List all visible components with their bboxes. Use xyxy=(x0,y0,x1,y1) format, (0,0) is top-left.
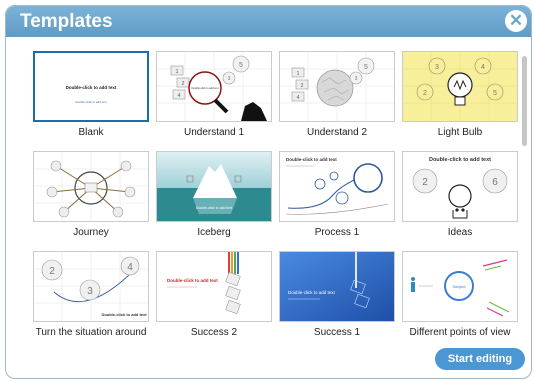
thumb-number: 3 xyxy=(228,76,231,82)
thumb-number: 6 xyxy=(492,177,498,188)
title-bar: Templates ✕ xyxy=(6,6,531,37)
template-label: Ideas xyxy=(447,227,473,238)
close-icon[interactable]: ✕ xyxy=(505,10,527,32)
thumb-number: 2 xyxy=(301,83,304,89)
thumb-number: 2 xyxy=(182,81,185,87)
thumb-number: 5 xyxy=(364,64,368,71)
template-thumbnail[interactable]: 2 4 3 Double-click to add text xyxy=(33,251,149,322)
thumb-subtext: Double-click to add text xyxy=(75,100,106,104)
template-thumbnail[interactable]: 5 3 1 2 4 Double-click to add text xyxy=(156,51,272,122)
template-thumbnail[interactable]: Double-click to add text xyxy=(279,251,395,322)
thumb-text: Double-click to add text xyxy=(167,278,218,283)
template-thumbnail[interactable]: 5 3 1 2 4 xyxy=(279,51,395,122)
thumb-number: 4 xyxy=(297,95,300,101)
thumb-number: 2 xyxy=(49,266,55,277)
thumb-text: Double-click to add text xyxy=(288,290,336,295)
thumb-text: Double-click to add text xyxy=(429,157,491,163)
thumb-number: 5 xyxy=(493,90,497,97)
thumb-text: Double-click to add text xyxy=(196,206,232,210)
thumb-text: Double-click to add text xyxy=(101,312,147,317)
template-thumbnail[interactable]: Double-click to add text xyxy=(279,151,395,222)
thumb-number: 3 xyxy=(435,64,439,71)
vertical-scrollbar[interactable] xyxy=(522,46,527,346)
template-thumbnail[interactable]: Double-click to add text xyxy=(156,151,272,222)
thumb-text: Double-click to add text xyxy=(192,86,219,90)
thumb-number: 5 xyxy=(239,62,243,69)
start-editing-button[interactable]: Start editing xyxy=(435,348,525,370)
template-label: Success 1 xyxy=(313,327,361,338)
template-thumbnail[interactable]: Double-click to add text 2 6 xyxy=(402,151,518,222)
thumb-number: 4 xyxy=(127,262,133,273)
template-label: Different points of view xyxy=(409,327,511,338)
template-label: Success 2 xyxy=(190,327,238,338)
thumb-number: 3 xyxy=(355,76,358,82)
thumb-text: Double-click to add text xyxy=(66,85,117,90)
template-thumbnail[interactable]: 3 4 2 5 xyxy=(402,51,518,122)
template-thumbnail[interactable]: Double-click to add text xyxy=(156,251,272,322)
scrollbar-thumb[interactable] xyxy=(522,56,527,146)
thumb-number: 1 xyxy=(297,71,300,77)
template-grid: Double-click to add text Double-click to… xyxy=(6,37,518,378)
thumb-number: 2 xyxy=(422,177,428,188)
thumb-number: 2 xyxy=(423,90,427,97)
thumb-number: 1 xyxy=(176,69,179,75)
template-label: Blank xyxy=(78,127,104,138)
template-label: Journey xyxy=(73,227,109,238)
thumb-text: Double-click to add text xyxy=(286,157,337,162)
template-label: Understand 2 xyxy=(306,127,368,138)
templates-dialog: Templates ✕ Double-click to add text Dou… xyxy=(5,5,532,379)
thumb-text: Subject xyxy=(452,284,466,289)
template-thumbnail[interactable]: Subject xyxy=(402,251,518,322)
template-thumbnail[interactable]: Double-click to add text Double-click to… xyxy=(33,51,149,122)
template-label: Turn the situation around xyxy=(35,327,147,338)
template-label: Iceberg xyxy=(197,227,231,238)
template-label: Process 1 xyxy=(314,227,360,238)
dialog-title: Templates xyxy=(20,11,113,32)
thumb-number: 4 xyxy=(481,64,485,71)
thumb-number: 4 xyxy=(178,93,181,99)
template-label: Understand 1 xyxy=(183,127,245,138)
template-thumbnail[interactable] xyxy=(33,151,149,222)
template-label: Light Bulb xyxy=(437,127,483,138)
thumb-number: 3 xyxy=(87,286,93,297)
